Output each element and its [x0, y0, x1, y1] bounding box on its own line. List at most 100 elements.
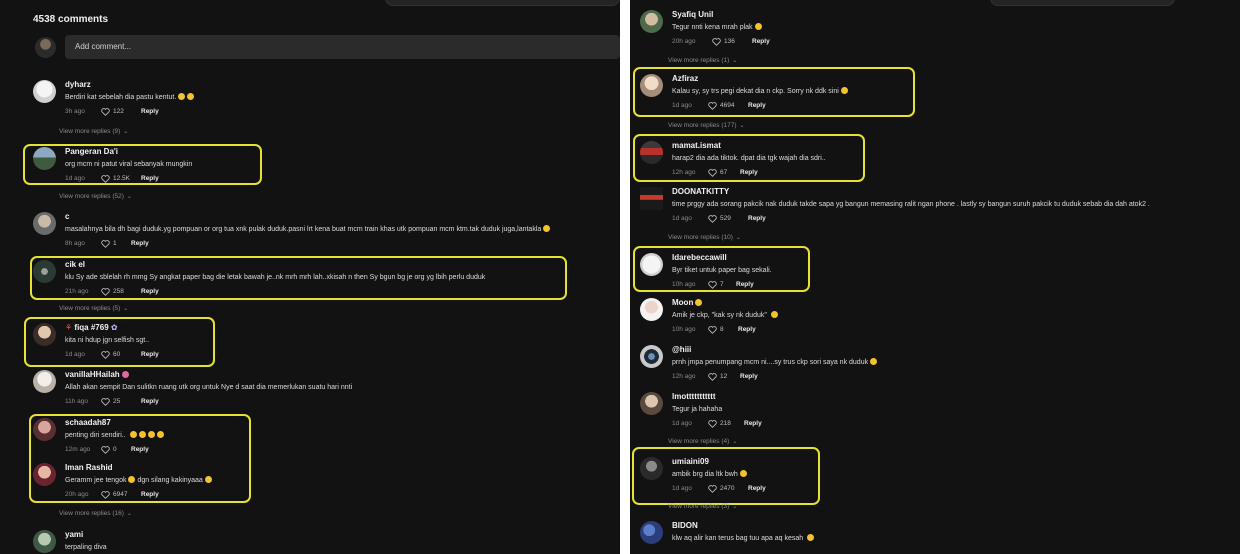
comment-author[interactable]: Moon: [672, 298, 778, 308]
reply-button[interactable]: Reply: [740, 168, 758, 177]
heart-icon[interactable]: [708, 168, 717, 177]
comment-author[interactable]: dyharz: [65, 80, 194, 90]
avatar[interactable]: [33, 370, 56, 393]
avatar[interactable]: [640, 141, 663, 164]
view-more-replies[interactable]: View more replies (177) ⌄: [668, 122, 745, 129]
comment-author[interactable]: ⚘ fiqa #769 ✿: [65, 323, 159, 333]
reply-button[interactable]: Reply: [736, 280, 754, 289]
chevron-down-icon: ⌄: [735, 235, 741, 241]
comment-text: Tegur nnti kena mrah plak: [672, 23, 770, 32]
avatar[interactable]: [640, 521, 663, 544]
heart-icon[interactable]: [101, 174, 110, 183]
avatar[interactable]: [640, 10, 663, 33]
emoji-icon: [138, 431, 146, 438]
heart-icon[interactable]: [101, 445, 110, 454]
reply-button[interactable]: Reply: [141, 287, 159, 296]
comment-author[interactable]: mamat.ismat: [672, 141, 826, 151]
comment-author[interactable]: cik el: [65, 260, 485, 270]
comment-text: Geramm jee tengok dgn silang kakinyaaa: [65, 476, 212, 485]
comment-author[interactable]: c: [65, 212, 550, 222]
heart-icon[interactable]: [101, 107, 110, 116]
reply-button[interactable]: Reply: [748, 101, 766, 110]
reply-button[interactable]: Reply: [131, 445, 149, 454]
reply-button[interactable]: Reply: [131, 239, 149, 248]
comment-author[interactable]: lmottttttttttt: [672, 392, 762, 402]
view-more-replies[interactable]: View more replies (4) ⌄: [668, 438, 737, 445]
comment-author[interactable]: umiaini09: [672, 457, 766, 467]
reply-button[interactable]: Reply: [141, 174, 159, 183]
comment-text: penting diri sendiri..: [65, 431, 164, 440]
comment-author[interactable]: yami: [65, 530, 107, 540]
heart-icon[interactable]: [708, 484, 717, 493]
search-bar-fragment[interactable]: [990, 0, 1175, 6]
avatar[interactable]: [640, 253, 663, 276]
comment-time: 3h ago: [65, 108, 85, 115]
like-count: 25: [113, 398, 121, 405]
reply-button[interactable]: Reply: [738, 325, 756, 334]
view-more-replies[interactable]: View more replies (9) ⌄: [59, 128, 128, 135]
comment-author[interactable]: DOONATKITTY: [672, 187, 1150, 197]
avatar[interactable]: [33, 147, 56, 170]
comment-meta: 1d ago 12.5K Reply: [65, 174, 192, 183]
avatar[interactable]: [640, 457, 663, 480]
heart-icon[interactable]: [101, 397, 110, 406]
heart-icon[interactable]: [712, 37, 721, 46]
right-comments-panel: Syafiq Unil Tegur nnti kena mrah plak 20…: [630, 0, 1240, 554]
view-more-replies[interactable]: View more replies (52) ⌄: [59, 193, 132, 200]
avatar[interactable]: [640, 74, 663, 97]
comment-text: Kalau sy, sy trs pegi dekat dia n ckp. S…: [672, 87, 848, 96]
reply-button[interactable]: Reply: [752, 37, 770, 46]
comment-meta: 10h ago 7 Reply: [672, 280, 772, 289]
like-count: 12.5K: [113, 175, 130, 182]
comment-author[interactable]: Iman Rashid: [65, 463, 212, 473]
avatar[interactable]: [33, 212, 56, 235]
heart-icon[interactable]: [101, 287, 110, 296]
view-more-replies[interactable]: View more replies (16) ⌄: [59, 510, 132, 517]
reply-button[interactable]: Reply: [744, 419, 762, 428]
heart-icon[interactable]: [708, 280, 717, 289]
reply-button[interactable]: Reply: [141, 107, 159, 116]
avatar[interactable]: [640, 392, 663, 415]
view-more-replies[interactable]: View more replies (10) ⌄: [668, 234, 741, 241]
comment-author[interactable]: BIDON: [672, 521, 814, 531]
avatar[interactable]: [33, 260, 56, 283]
view-more-replies[interactable]: View more replies (5) ⌄: [59, 305, 128, 312]
heart-icon[interactable]: [708, 372, 717, 381]
heart-icon[interactable]: [101, 350, 110, 359]
avatar[interactable]: [33, 463, 56, 486]
search-bar-fragment[interactable]: [385, 0, 620, 6]
avatar[interactable]: [33, 418, 56, 441]
comment-author[interactable]: Idarebeccawill: [672, 253, 772, 263]
avatar[interactable]: [640, 298, 663, 321]
avatar[interactable]: [640, 187, 663, 210]
heart-icon[interactable]: [101, 490, 110, 499]
reply-button[interactable]: Reply: [141, 397, 159, 406]
comment-text: klw aq alir kan terus bag tuu apa aq kes…: [672, 534, 815, 543]
comment-author[interactable]: Azfiraz: [672, 74, 848, 84]
reply-button[interactable]: Reply: [748, 214, 766, 223]
comment-author[interactable]: vanillaHHailah: [65, 370, 352, 380]
reply-button[interactable]: Reply: [740, 372, 758, 381]
heart-icon[interactable]: [708, 419, 717, 428]
avatar[interactable]: [640, 345, 663, 368]
comment-author[interactable]: Syafiq Unil: [672, 10, 770, 20]
avatar[interactable]: [33, 530, 56, 553]
view-more-replies[interactable]: View more replies (1) ⌄: [668, 57, 737, 64]
comments-count: 4538 comments: [33, 14, 109, 25]
comment-author[interactable]: @hiii: [672, 345, 877, 355]
heart-icon[interactable]: [708, 325, 717, 334]
comment-author[interactable]: Pangeran Da'i: [65, 147, 192, 157]
heart-icon[interactable]: [708, 214, 717, 223]
view-more-replies[interactable]: View more replies (3) ⌄: [668, 503, 737, 510]
avatar[interactable]: [33, 80, 56, 103]
heart-icon[interactable]: [708, 101, 717, 110]
comment-time: 8h ago: [65, 240, 85, 247]
comment-author[interactable]: schaadah87: [65, 418, 164, 428]
emoji-icon: [187, 93, 195, 100]
reply-button[interactable]: Reply: [748, 484, 766, 493]
add-comment-input[interactable]: Add comment...: [65, 35, 620, 59]
heart-icon[interactable]: [101, 239, 110, 248]
avatar[interactable]: [33, 323, 56, 346]
reply-button[interactable]: Reply: [141, 490, 159, 499]
reply-button[interactable]: Reply: [141, 350, 159, 359]
